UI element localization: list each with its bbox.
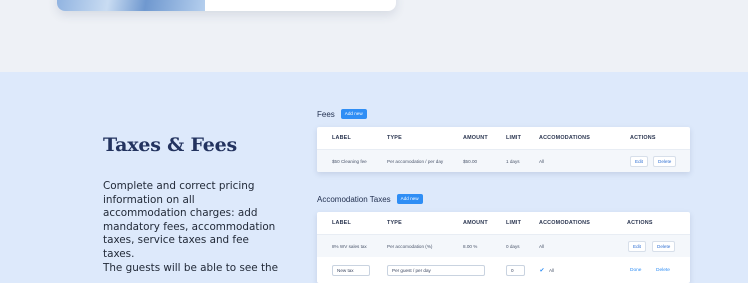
row-accomodations: All [539,243,545,249]
new-accomodations-cell: ✔ All [539,257,554,283]
row-actions: Edit [630,150,648,172]
new-label-cell: New tax [332,257,370,283]
label-input[interactable]: New tax [332,264,370,276]
col-actions: ACTIONS [630,135,656,141]
amount-input[interactable]: 0 [506,264,525,276]
col-label: LABEL [332,135,351,141]
row-type: Per accomodation (%) [387,243,433,249]
row-type: Per accomodation / per day [387,158,444,164]
taxes-add-new-button[interactable]: Add new [396,194,423,204]
col-type: TYPE [387,220,402,226]
new-row-actions: Done [630,257,641,283]
previous-section-card [57,0,396,11]
delete-button[interactable]: Delete [652,240,676,252]
col-amount: AMOUNT [463,135,488,141]
table-row: 8% WV sales tax Per accomodation (%) 8.0… [317,235,690,257]
delete-button[interactable]: Delete [653,155,677,167]
taxes-header: Accomodation Taxes Add new [317,194,423,204]
taxes-table: LABEL TYPE AMOUNT LIMIT ACCOMODATIONS AC… [317,212,690,283]
checkbox-icon[interactable]: ✔ [539,267,545,274]
delete-button[interactable]: Delete [656,268,670,273]
row-amount: 8.00 % [463,243,478,249]
section-description-2: The guests will be able to see the [103,262,278,274]
card-image [57,0,205,11]
col-accomodations: ACCOMODATIONS [539,135,591,141]
new-row-delete: Delete [656,257,670,283]
col-label: LABEL [332,220,351,226]
new-type-cell: Per guest / per day [387,257,485,283]
previous-section-band [0,0,748,72]
row-actions: Edit [628,235,646,257]
table-row: $50 Cleaning fee Per accomodation / per … [317,150,690,172]
row-label: 8% WV sales tax [332,243,367,249]
accomodations-value: All [549,267,555,273]
table-header-row: LABEL TYPE AMOUNT LIMIT ACCOMODATIONS AC… [317,212,690,235]
table-row-editing: New tax Per guest / per day 0 ✔ All Done… [317,257,690,283]
col-accomodations: ACCOMODATIONS [539,220,591,226]
type-select[interactable]: Per guest / per day [387,264,485,276]
row-label: $50 Cleaning fee [332,158,367,164]
taxes-title: Accomodation Taxes [317,194,391,204]
fees-title: Fees [317,109,335,119]
new-amount-cell: 0 [506,257,525,283]
section-description: Complete and correct pricing information… [103,180,276,260]
edit-button[interactable]: Edit [630,155,648,167]
col-limit: LIMIT [506,220,522,226]
row-limit: 1 days [506,158,520,164]
fees-header: Fees Add new [317,109,367,119]
col-type: TYPE [387,135,402,141]
done-button[interactable]: Done [630,268,641,273]
col-amount: AMOUNT [463,220,488,226]
table-header-row: LABEL TYPE AMOUNT LIMIT ACCOMODATIONS AC… [317,127,690,150]
edit-button[interactable]: Edit [628,240,646,252]
row-actions-delete: Delete [653,150,677,172]
row-amount: $50.00 [463,158,478,164]
row-accomodations: All [539,158,545,164]
row-actions-delete: Delete [652,235,676,257]
fees-add-new-button[interactable]: Add new [340,109,367,119]
fees-table: LABEL TYPE AMOUNT LIMIT ACCOMODATIONS AC… [317,127,690,172]
page-title: Taxes & Fees [103,134,238,156]
col-actions: ACTIONS [627,220,653,226]
section-header: Taxes & Fees [103,134,278,156]
row-limit: 0 days [506,243,520,249]
col-limit: LIMIT [506,135,522,141]
